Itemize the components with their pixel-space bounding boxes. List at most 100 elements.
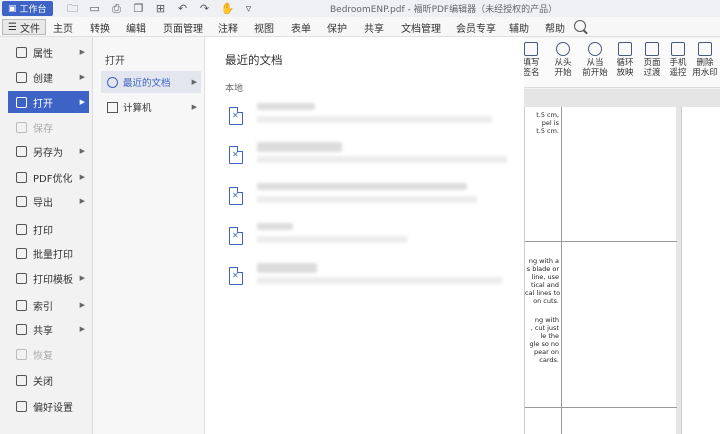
file-menu-item-label: 另存为 — [33, 147, 63, 159]
watermark-icon — [698, 42, 712, 56]
menu-protect[interactable]: 保护 — [327, 20, 347, 35]
pdf-file-icon — [229, 187, 243, 205]
page-column-line — [561, 107, 562, 434]
recent-section-local: 本地 — [225, 84, 244, 94]
menu-convert[interactable]: 转换 — [90, 20, 110, 35]
close-doc-icon — [16, 374, 27, 386]
redacted-filename — [257, 142, 342, 152]
file-menu-item-print-template[interactable]: 打印模板 ▶ — [8, 267, 89, 289]
ribbon-label: 删除 用水印 — [692, 58, 718, 78]
document-page-next — [681, 107, 720, 434]
ribbon-from-current-button[interactable]: 从当 前开始 — [580, 42, 610, 78]
recent-file-item[interactable] — [229, 101, 509, 137]
submenu-item-label: 计算机 — [123, 103, 152, 114]
file-menu-item-save: 保存 — [8, 116, 89, 138]
file-menu-item-share[interactable]: 共享 ▶ — [8, 318, 89, 340]
recent-file-item[interactable] — [229, 221, 509, 257]
redacted-path — [257, 116, 492, 123]
open-folder-icon[interactable]: 🗀 — [67, 2, 79, 15]
ribbon-label: 从头 开始 — [554, 58, 572, 78]
file-menu-item-open[interactable]: 打开 ▶ — [8, 91, 89, 113]
file-menu-item-label: 偏好设置 — [33, 402, 73, 414]
menu-view[interactable]: 视图 — [254, 20, 274, 35]
file-menu-item-label: 打开 — [33, 98, 53, 110]
new-icon[interactable]: ⊞ — [155, 2, 167, 15]
save-icon[interactable]: ▭ — [89, 2, 101, 15]
recent-file-item[interactable] — [229, 181, 509, 217]
ribbon-remove-watermark-button[interactable]: 删除 用水印 — [690, 42, 720, 78]
ribbon-toolbar: 填写 签名 从头 开始 从当 前开始 循环 放映 页面 过渡 手机 遥控 删除 … — [522, 38, 720, 88]
hand-tool-icon[interactable]: ✋ — [221, 2, 235, 15]
undo-icon[interactable]: ↶ — [177, 2, 189, 15]
menu-page-management[interactable]: 页面管理 — [163, 20, 203, 35]
menu-help[interactable]: 帮助 — [545, 20, 565, 35]
ribbon-from-start-button[interactable]: 从头 开始 — [548, 42, 578, 78]
workbench-button[interactable]: ▣ 工作台 — [2, 1, 53, 16]
menu-home[interactable]: 主页 — [53, 20, 73, 35]
workbench-label: 工作台 — [19, 5, 47, 15]
file-menu-item-preferences[interactable]: 偏好设置 — [8, 395, 89, 417]
file-menu-item-save-as[interactable]: 另存为 ▶ — [8, 140, 89, 162]
submenu-item-recent[interactable]: 最近的文档 ▶ — [101, 71, 201, 93]
file-menu-item-label: 索引 — [33, 301, 53, 313]
file-menu-item-label: 批量打印 — [33, 249, 73, 261]
chevron-right-icon: ▶ — [79, 325, 85, 333]
share-icon — [16, 323, 27, 335]
pdf-file-icon — [229, 146, 243, 164]
ribbon-loop-button[interactable]: 循环 放映 — [610, 42, 640, 78]
submenu-item-label: 最近的文档 — [123, 78, 171, 89]
pdf-file-icon — [229, 227, 243, 245]
ribbon-phone-remote-button[interactable]: 手机 遥控 — [663, 42, 693, 78]
file-menu-item-batch-print[interactable]: 批量打印 — [8, 242, 89, 264]
document-area[interactable]: t.5 cm, pel is t.5 cm. ng with a s blade… — [524, 89, 720, 434]
file-menu-item-label: 关闭 — [33, 376, 53, 388]
print-icon[interactable]: ⎙ — [111, 2, 123, 15]
chevron-right-icon: ▶ — [79, 147, 85, 155]
chevron-right-icon: ▶ — [79, 301, 85, 309]
page-divider — [525, 241, 677, 242]
recent-file-item[interactable] — [229, 140, 509, 176]
file-menu-item-label: 保存 — [33, 123, 53, 135]
file-menu-item-optimize[interactable]: PDF优化 ▶ — [8, 166, 89, 188]
file-menu-item-index[interactable]: 索引 ▶ — [8, 294, 89, 316]
file-menu-item-properties[interactable]: 属性 ▶ — [8, 41, 89, 63]
menu-accessibility[interactable]: 辅助 — [509, 20, 529, 35]
redacted-filename — [257, 263, 317, 273]
file-menu-item-label: 属性 — [33, 48, 53, 60]
redacted-path — [257, 156, 507, 163]
menu-document-management[interactable]: 文档管理 — [401, 20, 441, 35]
submenu-item-computer[interactable]: 计算机 ▶ — [101, 96, 201, 118]
chevron-right-icon: ▶ — [191, 103, 197, 111]
hamburger-icon: ☰ — [8, 21, 17, 33]
customize-dropdown-icon[interactable]: ▿ — [243, 2, 255, 15]
file-menu-item-export[interactable]: 导出 ▶ — [8, 190, 89, 212]
recent-file-item[interactable] — [229, 261, 509, 297]
copy-icon[interactable]: ❐ — [133, 2, 145, 15]
print-template-icon — [16, 272, 27, 284]
document-text: ng with a s blade or line, use tical and… — [525, 257, 561, 305]
file-menu-item-label: 打印 — [33, 225, 53, 237]
file-menu-item-label: 创建 — [33, 73, 53, 85]
menu-bar: ☰ 文件 主页 转换 编辑 页面管理 注释 视图 表单 保护 共享 文档管理 会… — [0, 17, 720, 37]
file-menu-item-close-doc[interactable]: 关闭 — [8, 369, 89, 391]
page-divider — [525, 407, 677, 408]
export-icon — [16, 195, 27, 207]
search-icon[interactable] — [574, 20, 586, 32]
menu-comment[interactable]: 注释 — [218, 20, 238, 35]
redo-icon[interactable]: ↷ — [199, 2, 211, 15]
transition-icon — [645, 42, 659, 56]
chevron-right-icon: ▶ — [79, 48, 85, 56]
open-icon — [16, 96, 27, 108]
file-menu-item-create[interactable]: 创建 ▶ — [8, 66, 89, 88]
redacted-filename — [257, 183, 467, 190]
menu-form[interactable]: 表单 — [291, 20, 311, 35]
menu-share[interactable]: 共享 — [364, 20, 384, 35]
menu-member[interactable]: 会员专享 — [456, 20, 496, 35]
ribbon-label: 循环 放映 — [616, 58, 634, 78]
open-submenu: 打开 最近的文档 ▶ 计算机 ▶ — [93, 37, 205, 434]
file-menu-button[interactable]: ☰ 文件 — [2, 19, 46, 35]
pdf-file-icon — [229, 267, 243, 285]
window-title: BedroomENP.pdf - 福昕PDF编辑器（未经授权的产品） — [330, 5, 558, 15]
file-menu-item-print[interactable]: 打印 — [8, 218, 89, 240]
menu-edit[interactable]: 编辑 — [126, 20, 146, 35]
